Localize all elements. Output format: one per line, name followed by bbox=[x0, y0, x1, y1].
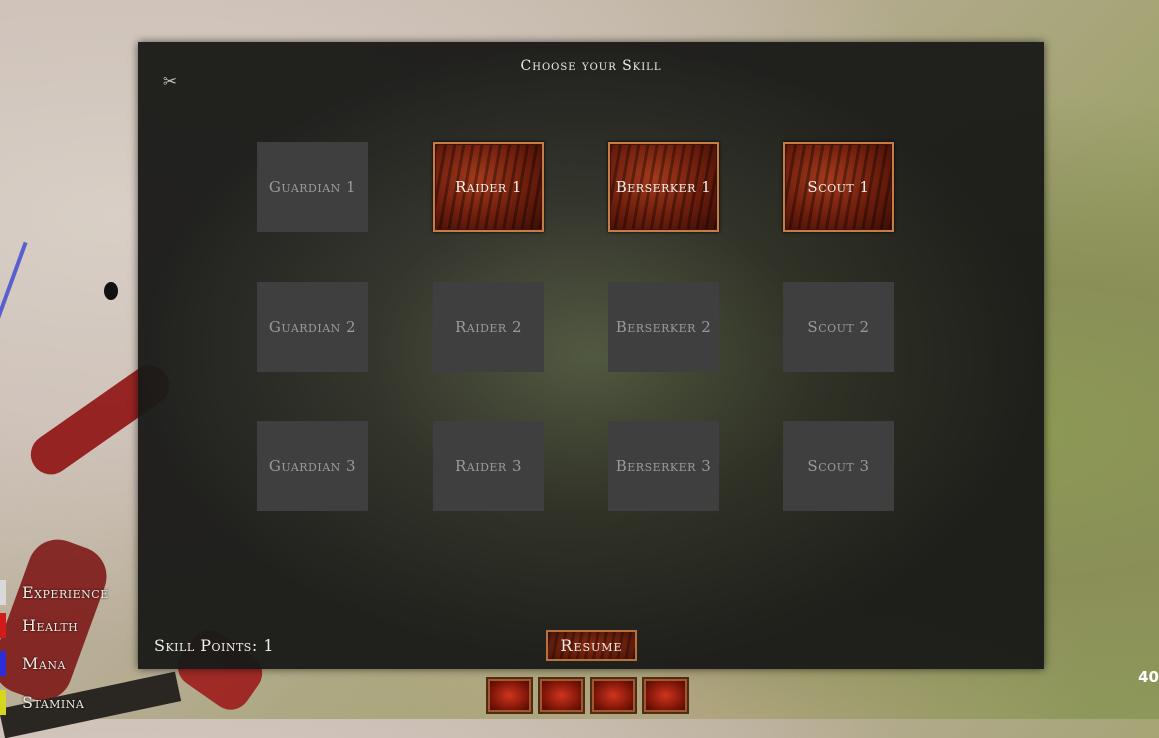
crossed-swords-icon[interactable]: ✂ bbox=[160, 72, 180, 92]
skill-label: Berserker 3 bbox=[615, 456, 712, 475]
panel-title: Choose your Skill bbox=[520, 58, 662, 74]
status-bar-experience: Experience bbox=[0, 580, 109, 605]
skill-label: Raider 2 bbox=[454, 317, 523, 336]
skill-label: Guardian 3 bbox=[268, 456, 357, 475]
action-slot[interactable] bbox=[590, 677, 637, 714]
skill-button[interactable]: Scout 3 bbox=[783, 421, 894, 511]
action-bar bbox=[486, 677, 689, 714]
skill-label: Berserker 1 bbox=[615, 177, 712, 196]
status-bar-fill bbox=[0, 690, 6, 715]
skill-button[interactable]: Raider 3 bbox=[433, 421, 544, 511]
skill-button[interactable]: Berserker 3 bbox=[608, 421, 719, 511]
status-bar-fill bbox=[0, 580, 6, 605]
status-bar-fill bbox=[0, 651, 6, 676]
skill-label: Guardian 2 bbox=[268, 317, 357, 336]
action-slot[interactable] bbox=[642, 677, 689, 714]
action-slot[interactable] bbox=[486, 677, 533, 714]
skill-label: Guardian 1 bbox=[268, 177, 357, 196]
status-bar-fill bbox=[0, 613, 6, 638]
terrain-blue-streak bbox=[0, 241, 28, 319]
status-bar-health: Health bbox=[0, 613, 78, 638]
skill-label: Raider 1 bbox=[454, 177, 523, 196]
action-slot[interactable] bbox=[538, 677, 585, 714]
skill-selection-panel: Choose your Skill ✂ Guardian 1 Raider 1 Be… bbox=[138, 42, 1044, 669]
status-bar-stamina: Stamina bbox=[0, 690, 84, 715]
status-bar-label: Experience bbox=[22, 583, 109, 602]
skill-points-label: Skill Points: 1 bbox=[154, 636, 275, 655]
skill-button[interactable]: Raider 2 bbox=[433, 282, 544, 372]
status-bar-label: Stamina bbox=[22, 693, 85, 712]
skill-button[interactable]: Berserker 2 bbox=[608, 282, 719, 372]
skill-button[interactable]: Raider 1 bbox=[433, 142, 544, 232]
skill-button[interactable]: Scout 1 bbox=[783, 142, 894, 232]
skill-label: Raider 3 bbox=[454, 456, 523, 475]
skill-label: Scout 2 bbox=[807, 317, 870, 336]
resume-button[interactable]: Resume bbox=[546, 630, 637, 661]
status-bar-mana: Mana bbox=[0, 651, 66, 676]
terrain-hole bbox=[104, 282, 118, 300]
skill-button[interactable]: Guardian 3 bbox=[257, 421, 368, 511]
status-bar-label: Health bbox=[22, 616, 79, 635]
skill-button[interactable]: Scout 2 bbox=[783, 282, 894, 372]
skill-button[interactable]: Guardian 2 bbox=[257, 282, 368, 372]
skill-label: Scout 3 bbox=[807, 456, 870, 475]
skill-label: Scout 1 bbox=[807, 177, 870, 196]
skill-button[interactable]: Berserker 1 bbox=[608, 142, 719, 232]
skill-label: Berserker 2 bbox=[615, 317, 712, 336]
status-bar-label: Mana bbox=[22, 654, 66, 673]
skill-button[interactable]: Guardian 1 bbox=[257, 142, 368, 232]
fps-counter: 40 bbox=[1138, 668, 1159, 686]
